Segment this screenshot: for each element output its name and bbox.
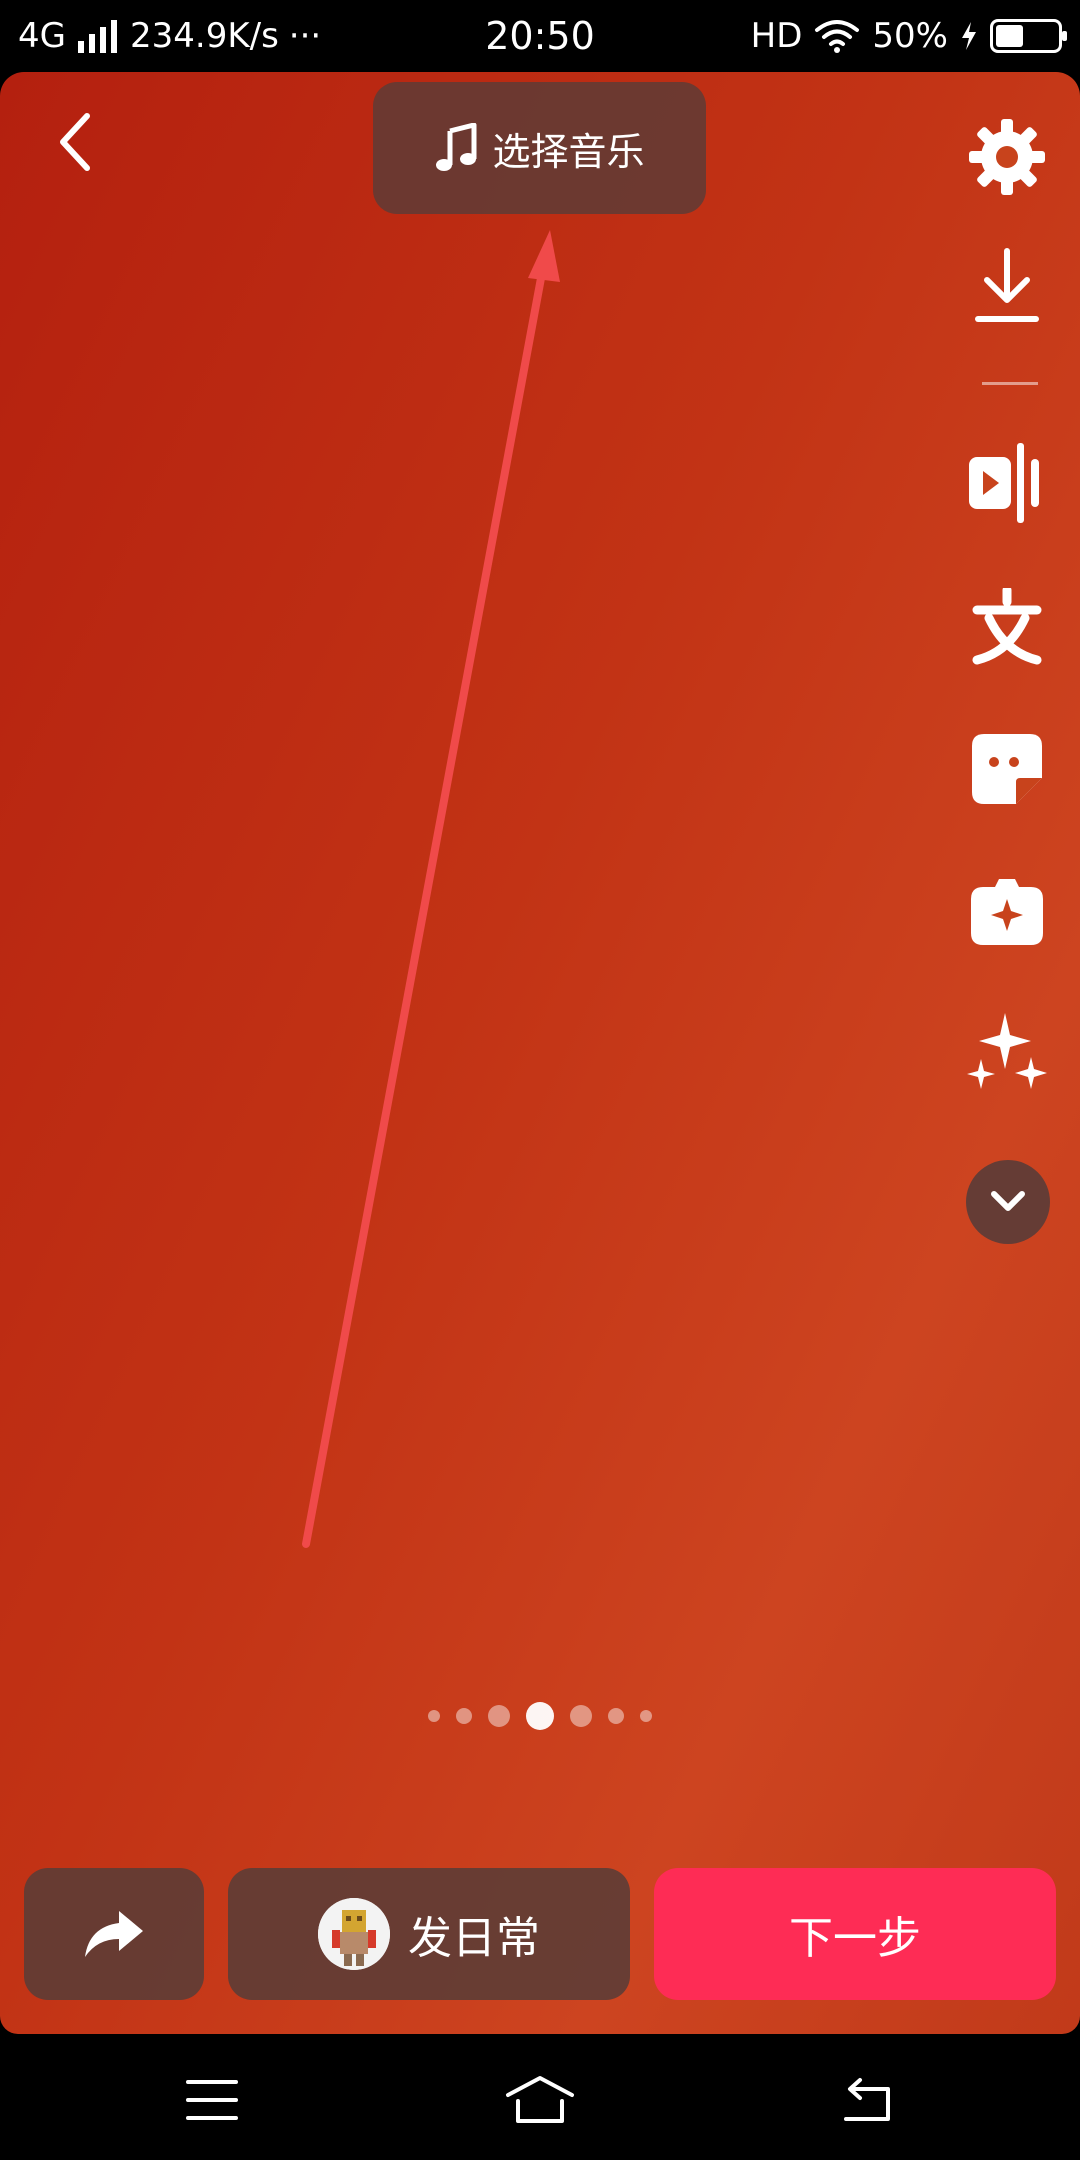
battery-fill — [996, 25, 1023, 47]
hd-indicator: HD — [750, 16, 803, 56]
rail-divider — [982, 382, 1038, 385]
post-daily-button[interactable]: 发日常 — [228, 1868, 630, 2000]
post-daily-label: 发日常 — [408, 1913, 540, 1964]
avatar-image — [318, 1898, 390, 1970]
text-icon — [972, 588, 1042, 665]
chevron-down-icon — [991, 1191, 1025, 1211]
download-icon — [975, 248, 1039, 322]
menu-icon — [186, 2080, 238, 2120]
select-music-label: 选择音乐 — [492, 129, 645, 174]
sticker-icon — [972, 734, 1042, 804]
next-step-label: 下一步 — [789, 1913, 921, 1964]
page-indicator — [0, 1702, 1080, 1730]
back-nav-button[interactable] — [828, 2072, 908, 2128]
clip-play-icon — [969, 443, 1039, 523]
charging-icon — [962, 22, 976, 50]
annotation-arrow — [302, 230, 560, 1548]
status-bar: 4G 234.9K/s ··· 20:50 HD 50% — [0, 0, 1080, 72]
text-button[interactable] — [962, 582, 1052, 672]
system-nav-bar — [0, 2034, 1080, 2160]
status-right: HD 50% — [750, 14, 1067, 58]
clip-edit-button[interactable] — [962, 438, 1052, 528]
share-arrow-icon — [85, 1911, 143, 1957]
expand-tools-button[interactable] — [966, 1160, 1050, 1244]
select-music-button[interactable]: 选择音乐 — [373, 82, 706, 214]
avatar — [318, 1898, 390, 1970]
video-preview[interactable]: 选择音乐 — [0, 72, 1080, 2034]
download-button[interactable] — [962, 242, 1052, 332]
music-note-icon — [436, 123, 477, 171]
annotation-arrow-line — [302, 258, 548, 1548]
annotation-arrow-head — [528, 230, 560, 282]
chevron-left-icon — [60, 113, 90, 171]
gear-icon — [969, 119, 1045, 195]
next-step-button[interactable]: 下一步 — [654, 1868, 1056, 2000]
share-button[interactable] — [24, 1868, 204, 2000]
settings-button[interactable] — [962, 112, 1052, 202]
page-dot — [488, 1705, 510, 1727]
page-dot — [640, 1710, 652, 1722]
battery-icon — [990, 19, 1067, 53]
wifi-icon — [815, 20, 860, 53]
page-dot-active — [526, 1702, 554, 1730]
menu-nav-button[interactable] — [172, 2072, 252, 2128]
sticker-button[interactable] — [962, 724, 1052, 814]
battery-percent: 50% — [872, 16, 948, 56]
sparkles-icon — [967, 1013, 1047, 1089]
effects-button[interactable] — [962, 866, 1052, 956]
bottom-action-bar: 发日常 下一步 — [0, 1868, 1080, 2002]
effects-camera-icon — [971, 879, 1043, 945]
back-button[interactable] — [40, 102, 110, 182]
page-dot — [608, 1708, 624, 1724]
page-dot — [428, 1710, 440, 1722]
enhance-button[interactable] — [962, 1008, 1052, 1098]
back-icon — [844, 2078, 890, 2121]
page-dot — [456, 1708, 472, 1724]
home-nav-button[interactable] — [500, 2072, 580, 2128]
home-icon — [506, 2076, 574, 2123]
page-dot — [570, 1705, 592, 1727]
